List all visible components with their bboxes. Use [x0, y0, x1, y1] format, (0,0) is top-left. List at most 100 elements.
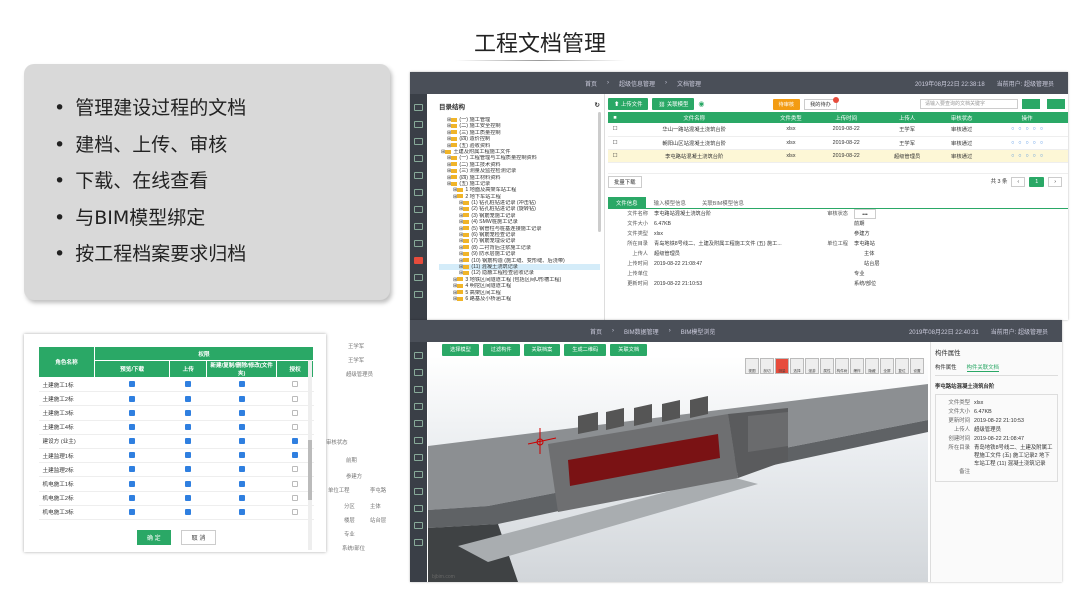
batch-download-button[interactable]: 批量下载 — [608, 176, 642, 188]
tab-bim-link[interactable]: 关联BIM模型信息 — [694, 197, 752, 208]
permission-checkbox[interactable] — [238, 480, 245, 487]
permission-checkbox[interactable] — [292, 509, 299, 516]
permission-checkbox[interactable] — [185, 452, 192, 459]
tab-linked-docs[interactable]: 构件关联文档 — [966, 363, 999, 372]
current-user[interactable]: 当前用户: 超级管理员 — [997, 79, 1054, 88]
nav-module-icon[interactable] — [414, 121, 423, 128]
permission-checkbox[interactable] — [292, 395, 299, 402]
select-all-checkbox[interactable]: ■ — [608, 112, 622, 123]
permission-checkbox[interactable] — [185, 509, 192, 516]
nav-module-icon[interactable] — [414, 522, 423, 529]
nav-module-icon[interactable] — [414, 488, 423, 495]
edit-icon[interactable]: ○ — [1025, 153, 1028, 159]
permission-checkbox[interactable] — [238, 381, 245, 388]
breadcrumb-home[interactable]: 首页 — [590, 327, 602, 336]
permission-checkbox[interactable] — [238, 494, 245, 501]
permission-checkbox[interactable] — [238, 466, 245, 473]
breadcrumb-item[interactable]: BIM数据管理 — [624, 327, 659, 336]
tab-element-props[interactable]: 构件属性 — [935, 363, 957, 372]
view-tool-button[interactable]: 全屏 — [880, 358, 894, 374]
col-header[interactable]: 上传时间 — [815, 112, 877, 123]
permission-checkbox[interactable] — [292, 409, 299, 416]
permission-checkbox[interactable] — [238, 452, 245, 459]
tree-node[interactable]: ⊞ 6 路基及小桥涵工程 — [439, 296, 600, 302]
nav-module-icon[interactable] — [414, 257, 423, 264]
nav-module-icon[interactable] — [414, 454, 423, 461]
view-tool-button[interactable]: 隐藏 — [865, 358, 879, 374]
download-icon[interactable]: ○ — [1011, 126, 1014, 132]
col-header[interactable]: 文件类型 — [766, 112, 816, 123]
row-checkbox[interactable]: ☐ — [608, 149, 622, 163]
view-tool-button[interactable]: 爆炸 — [850, 358, 864, 374]
col-header[interactable]: 文件名称 — [622, 112, 767, 123]
nav-module-icon[interactable] — [414, 189, 423, 196]
row-checkbox[interactable]: ☐ — [608, 123, 622, 137]
view-icon[interactable]: ○ — [1018, 126, 1021, 132]
link-icon[interactable]: ○ — [1040, 140, 1043, 146]
breadcrumb-home[interactable]: 首页 — [585, 79, 597, 88]
permission-checkbox[interactable] — [238, 409, 245, 416]
nav-module-icon[interactable] — [414, 240, 423, 247]
breadcrumb-item[interactable]: 超级信息管理 — [619, 79, 655, 88]
tree-scrollbar[interactable] — [598, 112, 601, 232]
permission-checkbox[interactable] — [292, 480, 299, 487]
tab-file-info[interactable]: 文件信息 — [608, 196, 646, 208]
permission-checkbox[interactable] — [185, 395, 192, 402]
table-row[interactable]: ☐ 朝阳山区站混凝土浇筑台阶 xlsx 2019-08-22 王学军 审核通过 ○ ○ ○ ○ ○ — [608, 136, 1068, 150]
bim-model-render[interactable] — [428, 356, 928, 582]
bim-tool-button[interactable]: 生成二维码 — [564, 344, 607, 356]
permission-checkbox[interactable] — [185, 381, 192, 388]
permission-checkbox[interactable] — [129, 423, 136, 430]
detail-value[interactable]: ••• — [854, 208, 876, 219]
page-1-button[interactable]: 1 — [1029, 177, 1045, 187]
nav-module-icon[interactable] — [414, 104, 423, 111]
download-icon[interactable]: ○ — [1011, 153, 1014, 159]
bim-tool-button[interactable]: 关联档案 — [523, 344, 561, 356]
permission-checkbox[interactable] — [129, 395, 136, 402]
nav-module-icon[interactable] — [414, 386, 423, 393]
bim-3d-viewer[interactable]: 视图 剖切 测量 选择 漫游 属性 构件树 爆炸 隐藏 全屏 复位 设置 bjbim.com — [428, 356, 928, 582]
permission-checkbox[interactable] — [129, 480, 136, 487]
nav-module-icon[interactable] — [414, 369, 423, 376]
view-tool-button[interactable]: 复位 — [895, 358, 909, 374]
view-tool-button[interactable]: 剖切 — [760, 358, 774, 374]
permission-checkbox[interactable] — [129, 509, 136, 516]
next-page-button[interactable]: › — [1048, 177, 1062, 187]
cancel-button[interactable]: 取 消 — [180, 530, 217, 545]
bim-tool-button[interactable]: 关联文档 — [610, 344, 648, 356]
tab-model-input[interactable]: 输入模型信息 — [646, 197, 694, 208]
my-todo-tab[interactable]: 我的待办 — [804, 96, 839, 110]
view-tool-button[interactable]: 测量 — [775, 358, 789, 374]
delete-icon[interactable]: ○ — [1033, 126, 1036, 132]
pending-review-tab[interactable]: 待审核 — [772, 98, 801, 110]
refresh-icon[interactable]: ↻ — [595, 101, 600, 111]
permission-checkbox[interactable] — [129, 466, 136, 473]
nav-module-icon[interactable] — [414, 172, 423, 179]
filter-button[interactable] — [1047, 99, 1065, 109]
table-row[interactable]: ☐ 华山一路站混凝土浇筑台阶 xlsx 2019-08-22 王学军 审核通过 ○ ○ ○ ○ ○ — [608, 123, 1068, 137]
col-header[interactable]: 上传人 — [876, 112, 938, 123]
permission-checkbox[interactable] — [185, 480, 192, 487]
view-tool-button[interactable]: 属性 — [820, 358, 834, 374]
confirm-button[interactable]: 确 定 — [137, 530, 171, 545]
nav-module-icon[interactable] — [414, 403, 423, 410]
permission-checkbox[interactable] — [185, 466, 192, 473]
nav-module-icon[interactable] — [414, 471, 423, 478]
eye-icon[interactable]: ◉ — [698, 100, 704, 108]
link-icon[interactable]: ○ — [1040, 126, 1043, 132]
bim-tool-button[interactable]: 选择模型 — [442, 344, 479, 356]
permission-checkbox[interactable] — [238, 509, 245, 516]
permission-checkbox[interactable] — [238, 395, 245, 402]
permission-checkbox[interactable] — [292, 494, 299, 501]
current-user[interactable]: 当前用户: 超级管理员 — [991, 327, 1048, 336]
prev-page-button[interactable]: ‹ — [1011, 177, 1026, 187]
view-icon[interactable]: ○ — [1018, 140, 1021, 146]
nav-module-icon[interactable] — [414, 206, 423, 213]
search-input[interactable]: 请输入要查询的文档关键字 — [920, 99, 1018, 109]
permission-checkbox[interactable] — [292, 452, 299, 459]
col-header[interactable]: 审核状态 — [937, 112, 987, 123]
nav-module-icon[interactable] — [414, 352, 423, 359]
nav-module-icon[interactable] — [414, 291, 423, 298]
row-checkbox[interactable]: ☐ — [608, 136, 622, 150]
nav-module-icon[interactable] — [414, 420, 423, 427]
